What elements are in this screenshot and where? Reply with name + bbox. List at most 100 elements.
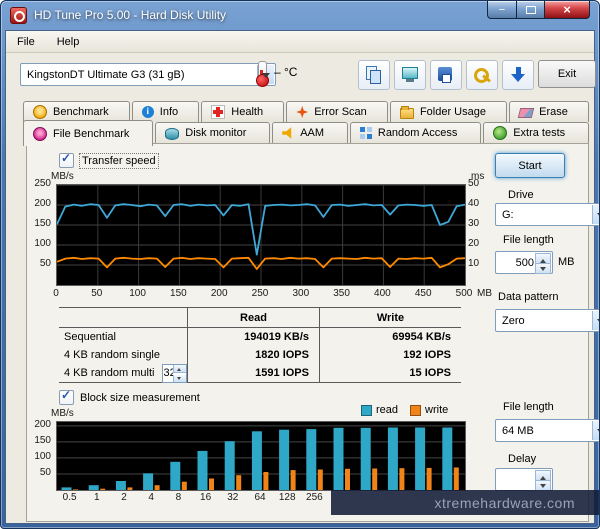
data-pattern-label: Data pattern <box>498 291 559 303</box>
tab-row-2: File Benchmark Disk monitor AAM Random Acce… <box>23 122 589 143</box>
table-row-label: 4 KB random single <box>59 346 187 364</box>
menu-file[interactable]: File <box>6 33 46 51</box>
update-button[interactable] <box>502 60 534 90</box>
copy-button[interactable] <box>358 60 390 90</box>
drive-letter-combo[interactable]: G: <box>495 203 600 226</box>
table-header-write: Write <box>319 308 461 328</box>
checkbox-checked-icon <box>59 153 74 168</box>
close-button[interactable]: × <box>545 1 590 19</box>
read-swatch-icon <box>361 405 372 416</box>
erase-icon <box>518 108 534 118</box>
data-pattern-combo[interactable]: Zero <box>495 309 600 332</box>
watermark-text: xtremehardware.com <box>435 495 576 511</box>
table-row-label: 4 KB random multi32 <box>59 364 187 383</box>
write-swatch-icon <box>410 405 421 416</box>
tab-error-scan[interactable]: Error Scan <box>286 101 388 122</box>
health-icon <box>211 105 225 119</box>
tab-erase[interactable]: Erase <box>509 101 589 122</box>
legend: read write <box>361 404 448 416</box>
block-size-checkbox[interactable]: Block size measurement <box>59 390 200 405</box>
transfer-speed-chart <box>56 184 466 286</box>
title-bar[interactable]: HD Tune Pro 5.00 - Hard Disk Utility − × <box>1 1 599 29</box>
results-table: ReadWrite Sequential194019 KB/s69954 KB/s… <box>59 307 461 383</box>
tab-label: AAM <box>300 127 324 139</box>
legend-item-write: write <box>410 404 448 416</box>
copy-icon <box>364 65 384 85</box>
exit-label: Exit <box>558 68 576 80</box>
minimize-button[interactable]: − <box>487 1 517 19</box>
tab-extra-tests[interactable]: Extra tests <box>483 122 589 143</box>
random-access-icon <box>360 127 372 139</box>
exit-button[interactable]: Exit <box>538 60 596 88</box>
table-write-value: 192 IOPS <box>319 346 461 364</box>
tab-label: Benchmark <box>53 106 109 118</box>
tab-label: Folder Usage <box>420 106 486 118</box>
table-read-value: 1820 IOPS <box>187 346 319 364</box>
menu-bar: FileHelp <box>6 31 594 53</box>
start-label: Start <box>518 160 541 172</box>
window-controls: − × <box>487 1 590 19</box>
tab-label: Disk monitor <box>185 127 246 139</box>
maximize-icon <box>526 6 536 14</box>
block-size-label: Block size measurement <box>80 392 200 404</box>
drive-label: Drive <box>508 189 534 201</box>
save-button[interactable] <box>430 60 462 90</box>
spin-up-icon[interactable] <box>173 365 186 373</box>
options-button[interactable] <box>466 60 498 90</box>
legend-item-read: read <box>361 404 398 416</box>
folder-usage-icon <box>400 108 414 119</box>
file-length2-label: File length <box>503 401 554 413</box>
tab-info[interactable]: Info <box>132 101 200 122</box>
table-read-value: 194019 KB/s <box>187 328 319 346</box>
screenshot-icon <box>400 65 420 85</box>
multi-queue-spinner[interactable]: 32 <box>162 364 187 383</box>
drive-select-combo[interactable]: KingstonDT Ultimate G3 (31 gB) <box>20 63 276 86</box>
tab-label: Random Access <box>378 127 457 139</box>
drive-letter-value: G: <box>502 209 514 221</box>
options-icon <box>472 65 492 85</box>
file-length2-value: 64 MB <box>502 425 534 437</box>
spin-down-icon[interactable] <box>173 375 186 382</box>
tab-health[interactable]: Health <box>201 101 284 122</box>
delay-spinner[interactable] <box>495 468 553 491</box>
watermark: xtremehardware.com <box>331 490 599 515</box>
toolbar: KingstonDT Ultimate G3 (31 gB) – °C Exit <box>6 53 594 95</box>
start-button[interactable]: Start <box>495 153 565 178</box>
tab-file-benchmark[interactable]: File Benchmark <box>23 120 153 146</box>
update-icon <box>508 65 528 85</box>
tab-label: Erase <box>539 106 568 118</box>
menu-help[interactable]: Help <box>46 33 91 51</box>
spin-down-icon[interactable] <box>535 263 551 274</box>
table-row-label: Sequential <box>59 328 187 346</box>
data-pattern-value: Zero <box>502 315 525 327</box>
table-header-read: Read <box>187 308 319 328</box>
tab-label: Info <box>160 106 178 118</box>
disk-monitor-icon <box>165 128 179 140</box>
screenshot-button[interactable] <box>394 60 426 90</box>
transfer-speed-label: Transfer speed <box>80 154 158 168</box>
window-title: HD Tune Pro 5.00 - Hard Disk Utility <box>34 8 226 22</box>
table-write-value: 69954 KB/s <box>319 328 461 346</box>
extra-tests-icon <box>493 126 507 140</box>
tab-disk-monitor[interactable]: Disk monitor <box>155 122 270 143</box>
drive-select-value: KingstonDT Ultimate G3 (31 gB) <box>27 69 185 81</box>
file-length2-combo[interactable]: 64 MB <box>495 419 600 442</box>
error-scan-icon <box>296 106 308 118</box>
tab-label: File Benchmark <box>53 128 129 140</box>
tab-folder-usage[interactable]: Folder Usage <box>390 101 507 122</box>
info-icon <box>142 106 154 118</box>
app-icon <box>10 7 27 24</box>
chevron-down-icon <box>262 73 270 82</box>
aam-icon <box>282 127 294 139</box>
tab-aam[interactable]: AAM <box>272 122 348 143</box>
file-length-spinner[interactable]: 500 <box>495 251 553 274</box>
delay-label: Delay <box>508 453 536 465</box>
tab-row-1: Benchmark Info Health Error Scan Folder Usag… <box>23 101 589 122</box>
maximize-button[interactable] <box>517 1 545 19</box>
tab-random-access[interactable]: Random Access <box>350 122 481 143</box>
tab-benchmark[interactable]: Benchmark <box>23 101 130 122</box>
file-benchmark-icon <box>33 127 47 141</box>
transfer-speed-checkbox[interactable]: Transfer speed <box>59 153 158 168</box>
tab-label: Error Scan <box>314 106 367 118</box>
checkbox-checked-icon <box>59 390 74 405</box>
